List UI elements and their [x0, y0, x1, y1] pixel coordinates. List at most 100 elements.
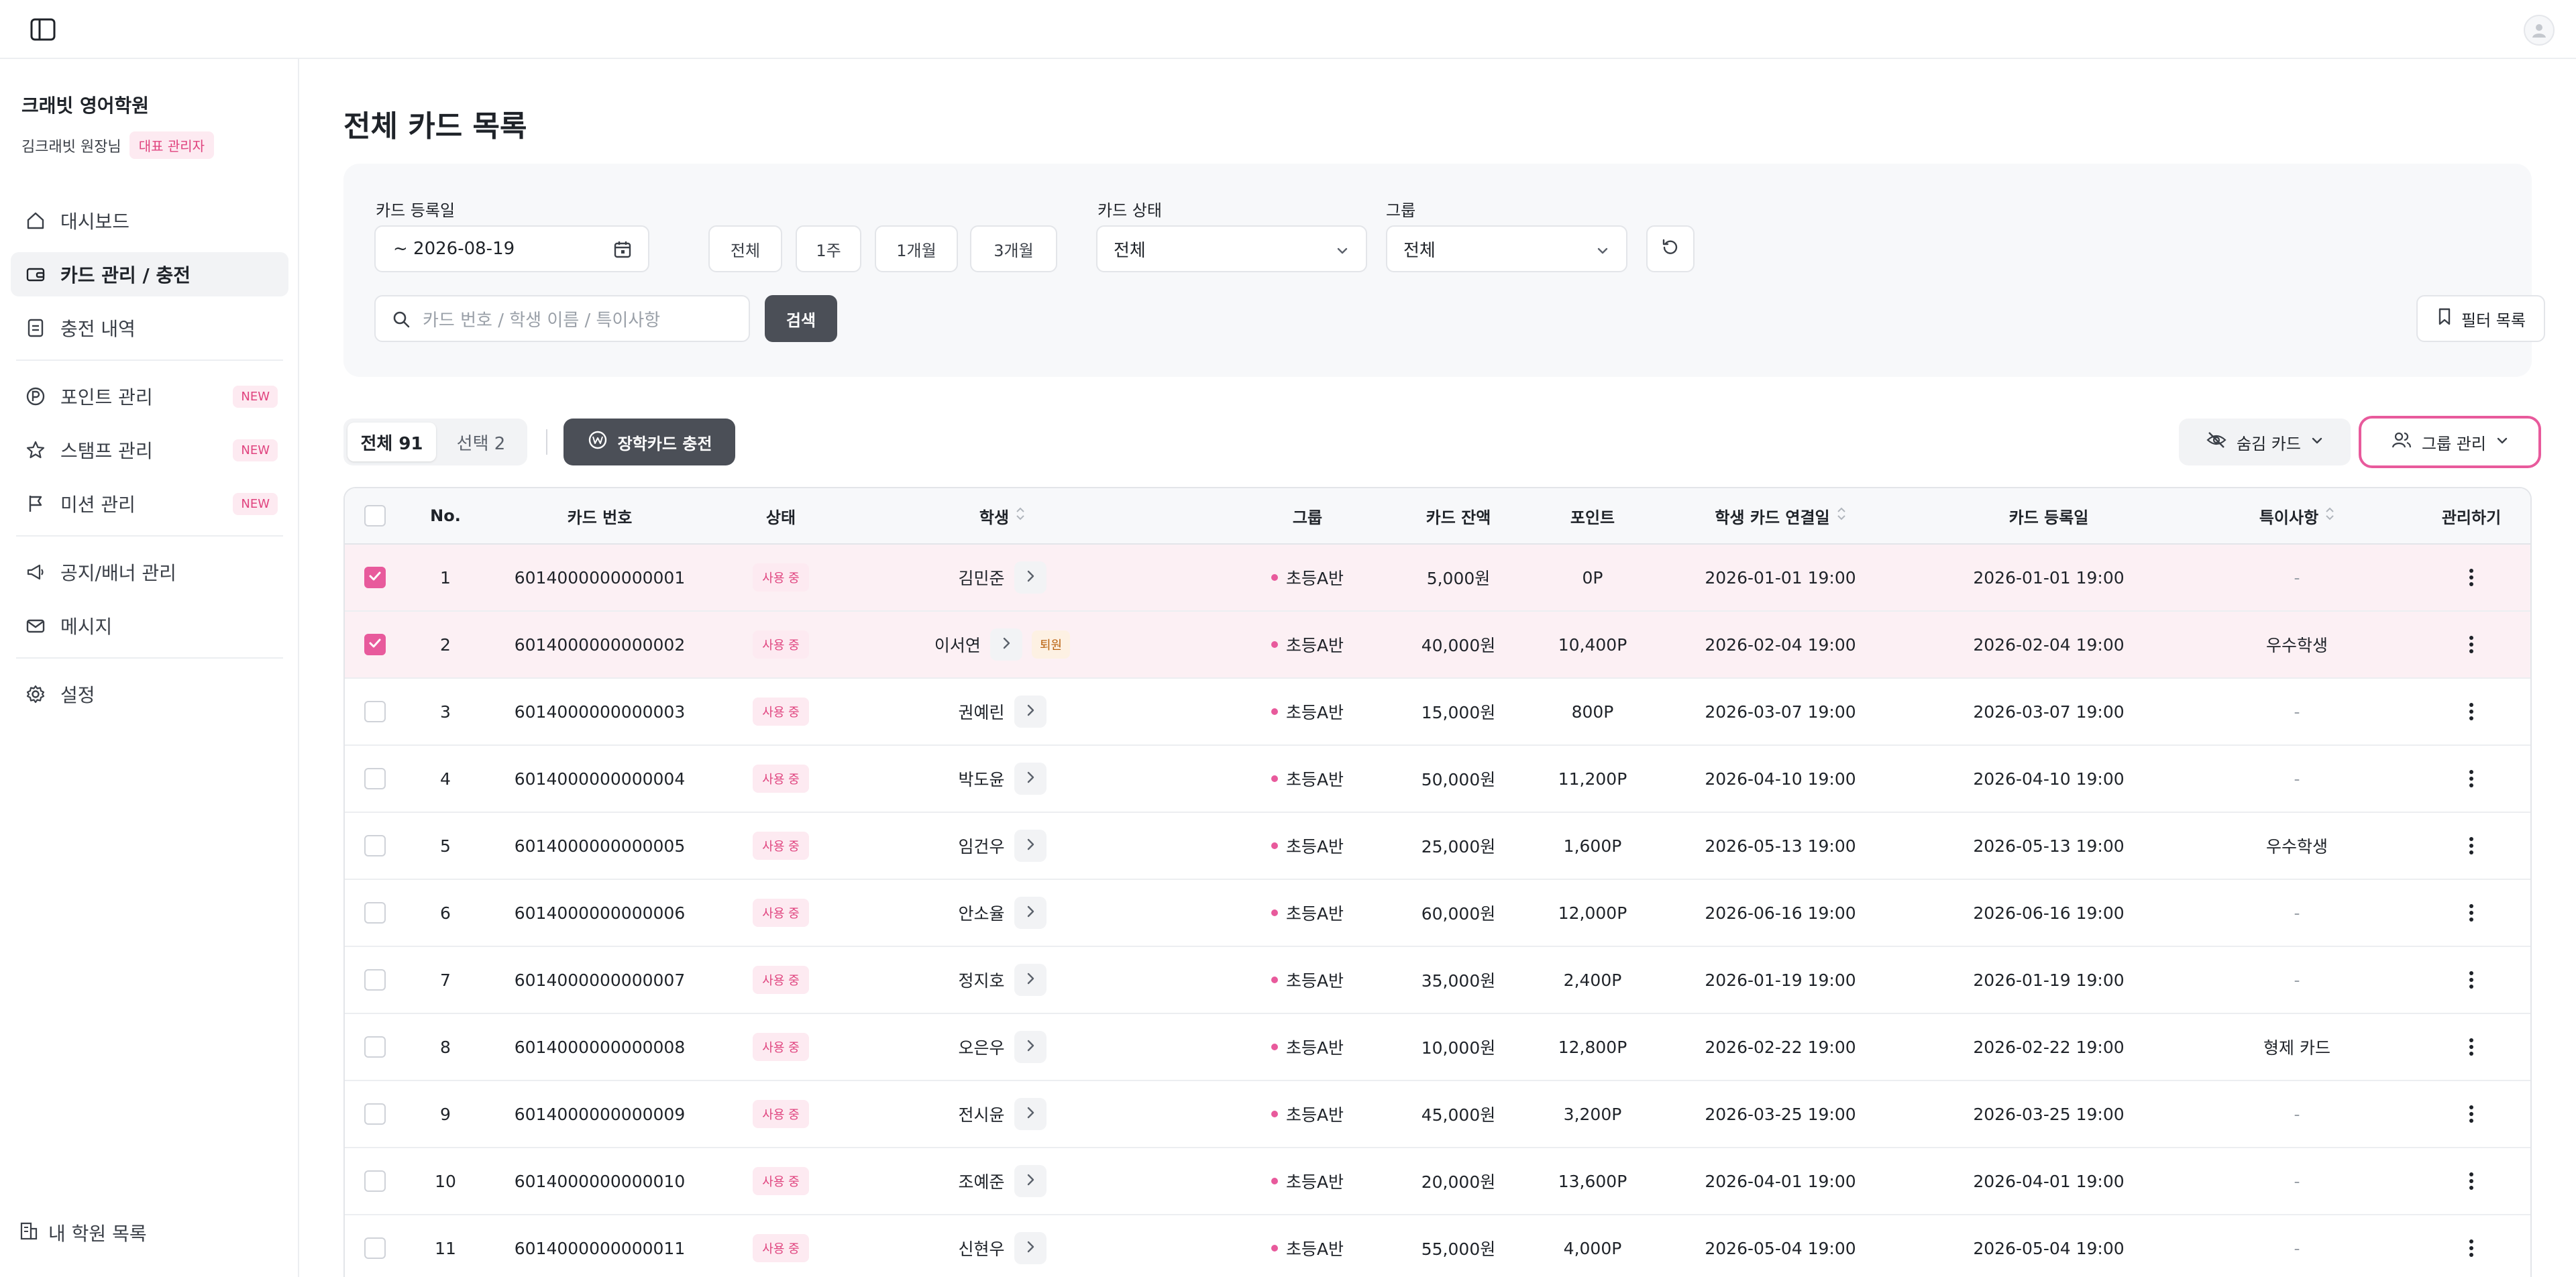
group-color-dot — [1271, 842, 1278, 849]
student-detail-button[interactable] — [1014, 1165, 1046, 1197]
student-detail-button[interactable] — [1014, 1031, 1046, 1063]
chevron-right-icon — [1023, 769, 1038, 789]
tab-selected[interactable]: 선택 2 — [439, 423, 523, 461]
more-options-icon[interactable] — [2469, 1172, 2473, 1190]
filter-list-button[interactable]: 필터 목록 — [2416, 295, 2545, 342]
org-info: 크래빗 영어학원 김크래빗 원장님 대표 관리자 — [21, 91, 215, 159]
student-detail-button[interactable] — [989, 628, 1022, 661]
row-checkbox[interactable] — [364, 835, 386, 856]
note: - — [2294, 769, 2300, 789]
student-detail-button[interactable] — [1014, 830, 1046, 862]
table-row[interactable]: 5 6014000000000005 사용 중 임건우 초등A반 25,000원 1,600… — [345, 813, 2530, 880]
group-management-dropdown[interactable]: 그룹 관리 — [2359, 416, 2541, 468]
search-placeholder: 카드 번호 / 학생 이름 / 특이사항 — [423, 310, 661, 331]
check-icon — [368, 568, 382, 588]
date-range-input[interactable]: ~ 2026-08-19 — [374, 225, 649, 272]
tab-all[interactable]: 전체 91 — [347, 423, 436, 461]
table-row[interactable]: 7 6014000000000007 사용 중 정지호 초등A반 35,000원 2,400… — [345, 947, 2530, 1014]
row-checkbox[interactable] — [364, 701, 386, 722]
more-options-icon[interactable] — [2469, 837, 2473, 854]
search-icon — [390, 309, 412, 335]
sidebar-item-points[interactable]: 포인트 관리 NEW — [11, 374, 288, 419]
table-row[interactable]: 11 6014000000000011 사용 중 신현우 초등A반 55,000원 4,00… — [345, 1215, 2530, 1277]
more-options-icon[interactable] — [2469, 1239, 2473, 1257]
student-detail-button[interactable] — [1014, 561, 1046, 594]
more-options-icon[interactable] — [2469, 636, 2473, 653]
user-name: 김크래빗 원장님 — [21, 138, 121, 156]
registered-date: 2026-06-16 19:00 — [1973, 903, 2125, 923]
range-chip-1week[interactable]: 1주 — [796, 225, 861, 272]
sidebar-item-stamps[interactable]: 스탬프 관리 NEW — [11, 428, 288, 472]
more-options-icon[interactable] — [2469, 703, 2473, 720]
sidebar-item-label: 충전 내역 — [60, 318, 136, 340]
search-button[interactable]: 검색 — [765, 295, 837, 342]
sidebar-item-messages[interactable]: 메시지 — [11, 604, 288, 648]
card-points: 11,200P — [1558, 769, 1627, 789]
more-options-icon[interactable] — [2469, 904, 2473, 922]
linked-date: 2026-04-10 19:00 — [1705, 769, 1856, 789]
group-color-dot — [1271, 574, 1278, 581]
header-status: 상태 — [765, 508, 796, 527]
sidebar-item-notices[interactable]: 공지/배너 관리 — [11, 550, 288, 594]
table-row[interactable]: 1 6014000000000001 사용 중 김민준 초등A반 5,000원 0P 2026… — [345, 545, 2530, 612]
new-badge: NEW — [233, 439, 278, 461]
header-linked-date[interactable]: 학생 카드 연결일 — [1660, 488, 1901, 543]
sidebar-item-card-management[interactable]: 카드 관리 / 충전 — [11, 252, 288, 296]
sidebar-item-missions[interactable]: 미션 관리 NEW — [11, 482, 288, 526]
group-color-dot — [1271, 708, 1278, 715]
range-chip-3months[interactable]: 3개월 — [970, 225, 1057, 272]
table-row[interactable]: 8 6014000000000008 사용 중 오은우 초등A반 10,000원 12,80… — [345, 1014, 2530, 1081]
row-checkbox[interactable] — [364, 567, 386, 588]
hidden-cards-dropdown[interactable]: 숨김 카드 — [2179, 419, 2351, 465]
card-balance: 55,000원 — [1421, 1239, 1496, 1259]
row-checkbox[interactable] — [364, 1103, 386, 1125]
registered-date: 2026-01-01 19:00 — [1973, 567, 2125, 588]
table-row[interactable]: 2 6014000000000002 사용 중 이서연 퇴원 초등A반 40,000원 10,… — [345, 612, 2530, 679]
withdrawn-badge: 퇴원 — [1031, 630, 1071, 659]
group-name: 초등A반 — [1285, 1239, 1344, 1259]
table-row[interactable]: 3 6014000000000003 사용 중 권예린 초등A반 15,000원 800P 2… — [345, 679, 2530, 746]
my-academy-list-link[interactable]: 내 학원 목록 — [19, 1219, 147, 1246]
sidebar-item-charge-history[interactable]: 충전 내역 — [11, 306, 288, 350]
card-number: 6014000000000008 — [514, 1037, 686, 1057]
more-options-icon[interactable] — [2469, 770, 2473, 787]
more-options-icon[interactable] — [2469, 1105, 2473, 1123]
row-checkbox[interactable] — [364, 1170, 386, 1192]
header-student[interactable]: 학생 — [848, 488, 1157, 543]
card-number: 6014000000000002 — [514, 634, 686, 655]
student-detail-button[interactable] — [1014, 897, 1046, 929]
row-checkbox[interactable] — [364, 768, 386, 789]
row-checkbox[interactable] — [364, 902, 386, 924]
student-detail-button[interactable] — [1014, 964, 1046, 996]
row-checkbox[interactable] — [364, 1036, 386, 1058]
header-note[interactable]: 특이사항 — [2196, 488, 2398, 543]
more-options-icon[interactable] — [2469, 569, 2473, 586]
search-input[interactable]: 카드 번호 / 학생 이름 / 특이사항 — [374, 295, 750, 342]
more-options-icon[interactable] — [2469, 1038, 2473, 1056]
student-detail-button[interactable] — [1014, 1098, 1046, 1130]
group-select[interactable]: 전체 — [1386, 225, 1627, 272]
table-row[interactable]: 9 6014000000000009 사용 중 전시윤 초등A반 45,000원 3,200… — [345, 1081, 2530, 1148]
user-avatar[interactable] — [2524, 15, 2555, 46]
row-checkbox[interactable] — [364, 969, 386, 991]
table-row[interactable]: 6 6014000000000006 사용 중 안소율 초등A반 60,000원 12,00… — [345, 880, 2530, 947]
sidebar-item-settings[interactable]: 설정 — [11, 672, 288, 716]
more-options-icon[interactable] — [2469, 971, 2473, 989]
group-name: 초등A반 — [1285, 636, 1344, 655]
table-row[interactable]: 4 6014000000000004 사용 중 박도윤 초등A반 50,000원 11,20… — [345, 746, 2530, 813]
status-select[interactable]: 전체 — [1096, 225, 1367, 272]
table-row[interactable]: 10 6014000000000010 사용 중 조예준 초등A반 20,000원 13,6… — [345, 1148, 2530, 1215]
student-detail-button[interactable] — [1014, 763, 1046, 795]
range-chip-1month[interactable]: 1개월 — [875, 225, 958, 272]
student-detail-button[interactable] — [1014, 1232, 1046, 1264]
student-detail-button[interactable] — [1014, 696, 1046, 728]
range-chip-all[interactable]: 전체 — [708, 225, 782, 272]
row-checkbox[interactable] — [364, 634, 386, 655]
sidebar-toggle-icon[interactable] — [30, 17, 56, 42]
linked-date: 2026-01-19 19:00 — [1705, 970, 1856, 990]
scholarship-charge-button[interactable]: 장학카드 충전 — [564, 419, 735, 465]
reset-filter-button[interactable] — [1646, 225, 1695, 272]
row-checkbox[interactable] — [364, 1237, 386, 1259]
sidebar-item-dashboard[interactable]: 대시보드 — [11, 199, 288, 243]
select-all-checkbox[interactable] — [364, 505, 386, 526]
